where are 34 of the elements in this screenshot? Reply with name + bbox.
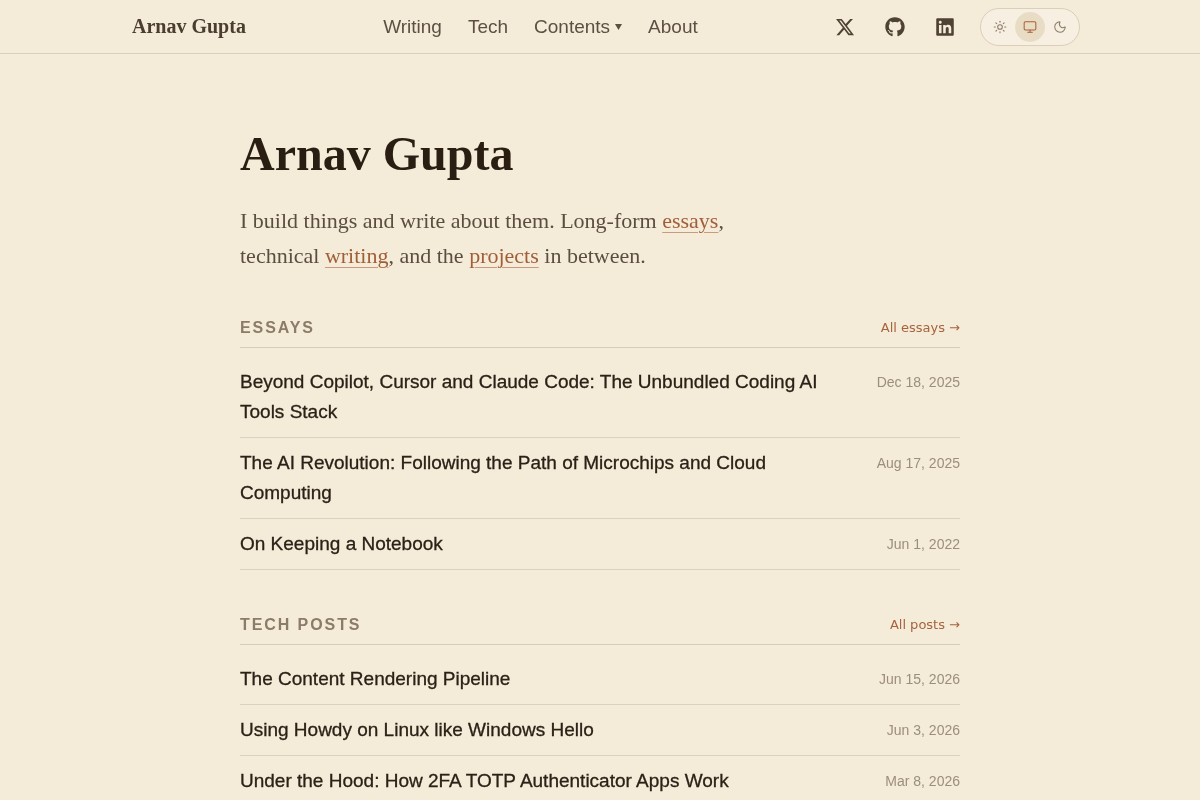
post-date: Aug 17, 2025: [876, 453, 960, 473]
monitor-icon: [1023, 19, 1037, 34]
theme-option-button[interactable]: [1015, 11, 1045, 42]
inline-link[interactable]: essays: [662, 207, 719, 233]
post-date: Jun 1, 2022: [886, 534, 960, 554]
post-date: Jun 3, 2026: [886, 720, 960, 740]
post-title-link[interactable]: The Content Rendering Pipeline: [240, 663, 511, 694]
post-date: Dec 18, 2025: [876, 372, 960, 392]
post-title-link[interactable]: On Keeping a Notebook: [240, 528, 443, 559]
nav-link[interactable]: Contents: [534, 15, 623, 38]
section-heading: ESSAYS: [240, 317, 315, 338]
linkedin-logo-icon[interactable]: [935, 16, 955, 37]
post-title-link[interactable]: Under the Hood: How 2FA TOTP Authenticator Apps Work: [240, 765, 729, 796]
nav-link[interactable]: About: [648, 15, 698, 38]
inline-link[interactable]: projects: [469, 242, 539, 268]
site-logo-link[interactable]: Arnav Gupta: [132, 15, 246, 38]
intro-paragraph: I build things and write about them. Long-form essays, technical writing, and the projects in between.: [240, 206, 725, 270]
github-logo-icon[interactable]: [885, 16, 905, 37]
x-logo-icon[interactable]: [835, 16, 855, 37]
see-all-link[interactable]: All posts →: [889, 617, 960, 633]
page-title: Arnav Gupta: [240, 126, 515, 182]
post-date: Jun 15, 2026: [879, 669, 960, 689]
post-title-link[interactable]: The AI Revolution: Following the Path of Microchips and Cloud Computing: [240, 447, 840, 508]
nav-link[interactable]: Tech: [467, 15, 509, 38]
nav-link[interactable]: Writing: [383, 15, 442, 38]
post-title-link[interactable]: Using Howdy on Linux like Windows Hello: [240, 714, 594, 745]
see-all-link[interactable]: All essays →: [880, 320, 960, 336]
post-date: Mar 8, 2026: [885, 771, 960, 791]
section-heading: TECH POSTS: [240, 614, 362, 635]
post-title-link[interactable]: Beyond Copilot, Cursor and Claude Code: The Unbundled Coding AI Tools Stack: [240, 366, 840, 427]
caret-icon: [615, 23, 623, 30]
sun-icon: [993, 19, 1007, 34]
moon-icon: [1053, 19, 1067, 34]
inline-link[interactable]: writing: [324, 242, 389, 268]
